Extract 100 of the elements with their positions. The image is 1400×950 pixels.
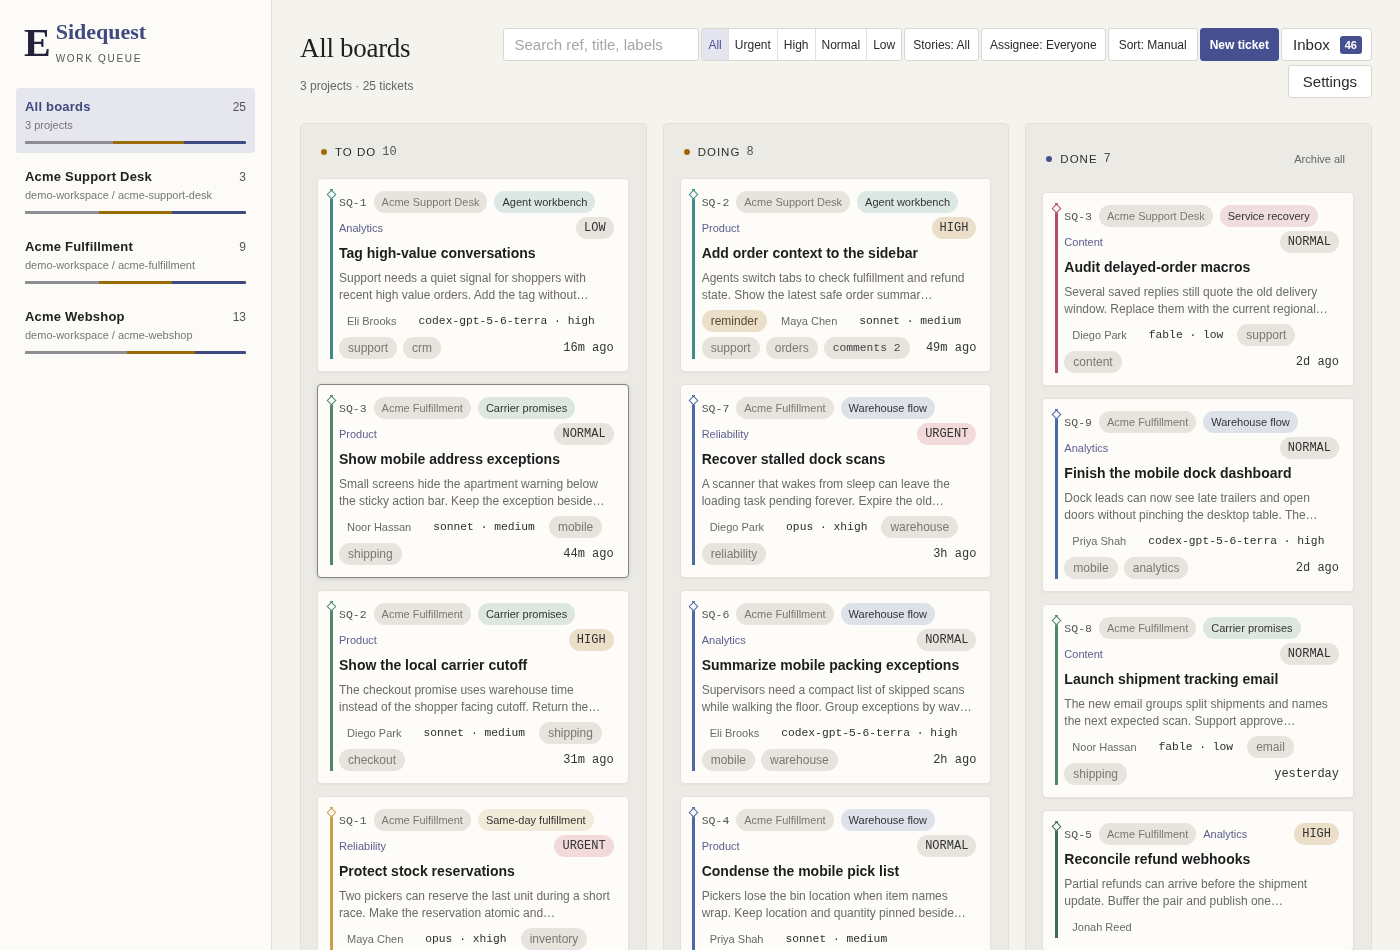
model-label: codex-gpt-5-6-terra · high xyxy=(417,314,596,329)
board-nav-item[interactable]: All boards 25 3 projects xyxy=(16,88,255,153)
label-tag: email xyxy=(1247,736,1294,758)
ticket-title: Add order context to the sidebar xyxy=(701,244,919,263)
ticket-ref: SQ-3 xyxy=(1064,209,1092,223)
ticket-description: Several saved replies still quote the old delivery window. Replace them with the current regional… xyxy=(1064,284,1329,318)
ticket-count: 13 xyxy=(232,309,246,325)
category-label: Analytics xyxy=(1203,828,1248,840)
board-name: Acme Webshop xyxy=(25,309,125,325)
label-tag: reliability xyxy=(701,543,767,565)
priority-badge: LOW xyxy=(576,217,614,239)
label-tag: analytics xyxy=(1123,557,1189,579)
filter-dropdown-button[interactable]: Assignee: Everyone xyxy=(980,28,1106,61)
ticket-description: The checkout promise uses warehouse time instead of the shopper facing cutoff. Return the… xyxy=(339,682,602,716)
inbox-count-badge: 46 xyxy=(1339,35,1362,54)
settings-button[interactable]: Settings xyxy=(1287,65,1372,98)
ticket-count: 3 xyxy=(239,169,246,185)
ticket-description: A scanner that wakes from sleep can leave the loading task pending forever. Expire the old… xyxy=(701,476,951,510)
archive-all-button[interactable]: Archive all xyxy=(1285,144,1354,174)
priority-badge: HIGH xyxy=(1294,823,1339,845)
model-label: codex-gpt-5-6-terra · high xyxy=(780,726,959,741)
label-tag: warehouse xyxy=(761,749,838,771)
project-tag: Acme Support Desk xyxy=(736,191,851,213)
ticket-count: 9 xyxy=(239,239,246,255)
app-name: Sidequest xyxy=(55,19,147,45)
label-tag: crm xyxy=(403,337,442,359)
label-tag: mobile xyxy=(548,516,603,538)
inbox-button[interactable]: Inbox 46 xyxy=(1281,28,1372,61)
assignee-name: Priya Shah xyxy=(1071,534,1128,549)
board-nav-item[interactable]: Acme Support Desk 3 demo-workspace / acme-support-desk xyxy=(16,158,255,223)
board-nav-item[interactable]: Acme Webshop 13 demo-workspace / acme-webshop xyxy=(16,298,255,363)
category-label: Content xyxy=(1064,236,1103,248)
column-title: TO DO xyxy=(335,145,377,160)
story-tag: Service recovery xyxy=(1219,205,1318,227)
ticket-title: Show the local carrier cutoff xyxy=(339,656,529,675)
page-subtitle: 3 projects · 25 tickets xyxy=(300,79,414,93)
priority-filter-tab[interactable]: Low xyxy=(866,29,902,60)
label-tag: support xyxy=(701,337,760,359)
label-tag: inventory xyxy=(520,928,588,950)
column-count: 7 xyxy=(1103,151,1111,167)
model-label: sonnet · medium xyxy=(422,726,527,741)
ticket-ref: SQ-4 xyxy=(701,813,730,827)
assignee-name: Noor Hassan xyxy=(346,520,413,535)
priority-filter-tab[interactable]: All xyxy=(702,29,728,60)
project-tag: Acme Fulfillment xyxy=(1098,823,1197,845)
ticket-ref: SQ-5 xyxy=(1064,827,1092,841)
assignee-name: Priya Shah xyxy=(708,932,765,947)
label-tag: support xyxy=(1237,324,1296,346)
assignee-name: Maya Chen xyxy=(780,314,839,329)
assignee-name: Eli Brooks xyxy=(708,726,761,741)
story-tag: Same-day fulfillment xyxy=(477,809,594,831)
assignee-name: Jonah Reed xyxy=(1071,920,1133,935)
category-label: Reliability xyxy=(701,428,749,440)
filter-dropdown-button[interactable]: Stories: All xyxy=(904,28,979,61)
label-tag: content xyxy=(1064,351,1122,373)
project-tag: Acme Fulfillment xyxy=(373,809,471,831)
ticket-ref: SQ-2 xyxy=(701,195,730,209)
project-tag: Acme Fulfillment xyxy=(1098,617,1197,639)
updated-time: 3h ago xyxy=(933,546,977,563)
priority-badge: NORMAL xyxy=(917,835,977,857)
search-field[interactable]: Search ref, title, labels xyxy=(503,28,700,61)
ticket-card[interactable]: SQ-5 Acme Fulfillment Analytics HIGH Reconcile refund webhooks Partial refunds can arrive before the shipment update. Buffer the pair and publish one… Jonah Reed xyxy=(1042,810,1354,950)
assignee-name: Maya Chen xyxy=(346,932,405,947)
project-tag: Acme Support Desk xyxy=(373,191,488,213)
category-label: Product xyxy=(339,428,377,440)
ticket-description: Partial refunds can arrive before the shipment update. Buffer the pair and publish one… xyxy=(1064,876,1309,910)
category-label: Analytics xyxy=(1064,442,1109,454)
board-subtitle: demo-workspace / acme-webshop xyxy=(25,328,194,342)
board-name: All boards xyxy=(25,99,91,115)
assignee-name: Diego Park xyxy=(346,726,403,741)
updated-time: 2h ago xyxy=(933,752,977,769)
ticket-ref: SQ-6 xyxy=(701,607,730,621)
ticket-title: Audit delayed-order macros xyxy=(1064,258,1252,277)
ticket-ref: SQ-8 xyxy=(1064,621,1092,635)
board-subtitle: 3 projects xyxy=(25,118,74,132)
story-tag: Warehouse flow xyxy=(840,809,936,831)
column-title: DOING xyxy=(697,145,741,160)
category-label: Content xyxy=(1064,648,1103,660)
board-name: Acme Fulfillment xyxy=(25,239,133,255)
story-tag: Warehouse flow xyxy=(840,397,936,419)
label-tag: warehouse xyxy=(881,516,959,538)
new-ticket-button[interactable]: New ticket xyxy=(1199,28,1280,61)
board-subtitle: demo-workspace / acme-fulfillment xyxy=(25,258,196,272)
logo-letter: E xyxy=(24,23,51,63)
label-tag: mobile xyxy=(701,749,756,771)
label-tag: checkout xyxy=(339,749,406,771)
updated-time: 2d ago xyxy=(1295,560,1339,577)
assignee-name: Diego Park xyxy=(708,520,766,535)
ticket-card[interactable] xyxy=(317,384,629,578)
project-tag: Acme Support Desk xyxy=(1098,205,1213,227)
ticket-ref: SQ-3 xyxy=(339,401,367,415)
ticket-description: Two pickers can reserve the last unit during a short race. Make the reservation atomic and… xyxy=(339,888,611,922)
filter-dropdown-button[interactable]: Sort: Manual xyxy=(1107,28,1198,61)
column-count: 8 xyxy=(746,144,754,160)
story-tag: Carrier promises xyxy=(477,603,576,625)
board-nav-item[interactable]: Acme Fulfillment 9 demo-workspace / acme-fulfillment xyxy=(16,228,255,293)
model-label: sonnet · medium xyxy=(858,314,962,329)
column-count: 10 xyxy=(382,144,397,160)
project-tag: Acme Fulfillment xyxy=(373,397,471,419)
model-label: opus · xhigh xyxy=(785,520,869,535)
